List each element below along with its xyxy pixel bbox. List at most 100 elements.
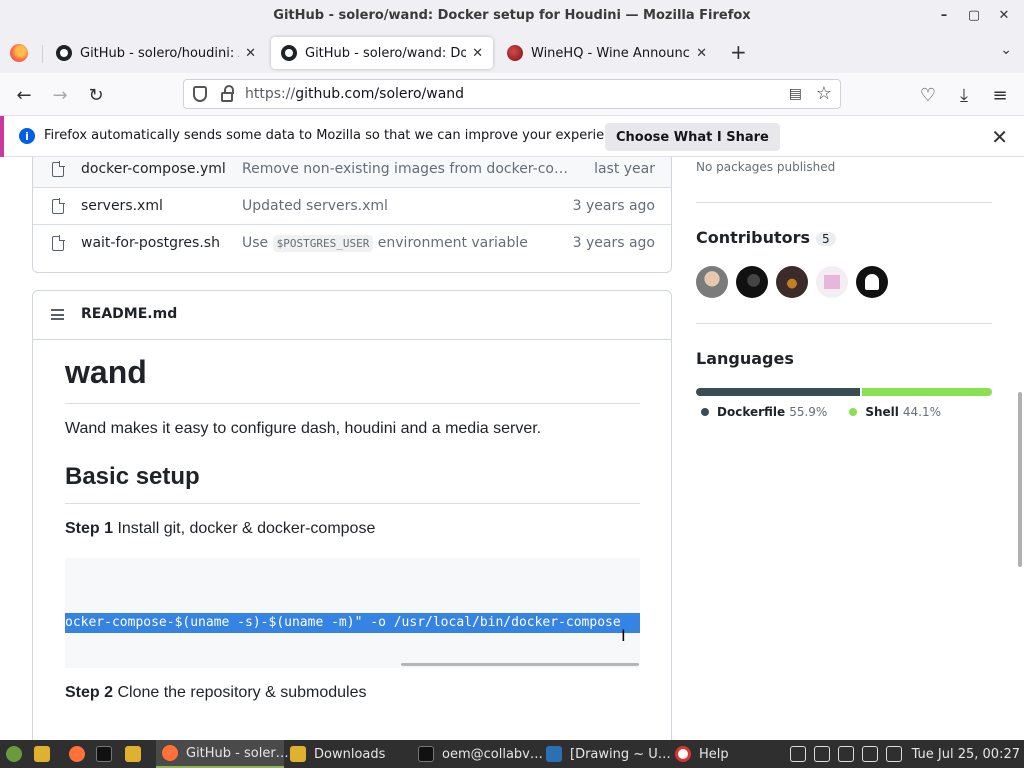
- github-icon: [56, 45, 72, 61]
- firefox-view-icon[interactable]: [10, 44, 28, 62]
- winehq-icon: [507, 45, 523, 61]
- avatar[interactable]: [736, 266, 768, 298]
- network-icon[interactable]: [885, 746, 902, 762]
- avatar[interactable]: [776, 266, 808, 298]
- close-window-button[interactable]: ✕: [990, 4, 1018, 28]
- file-name[interactable]: docker-compose.yml: [81, 161, 226, 177]
- horizontal-scrollbar[interactable]: [401, 663, 639, 666]
- outline-list-icon[interactable]: [51, 309, 64, 320]
- readme-box: README.md wand Wand makes it easy to con…: [32, 290, 672, 740]
- navigation-toolbar: ← → ↻ https://github.com/solero/wand ▤ ☆…: [0, 73, 1024, 116]
- readme-title: wand: [65, 354, 640, 404]
- file-row[interactable]: docker-compose.yml Remove non-existing i…: [33, 157, 671, 187]
- system-tray: Tue Jul 25, 00:27: [789, 740, 1020, 768]
- file-row[interactable]: servers.xml Updated servers.xml 3 years …: [33, 187, 671, 224]
- tab-label: GitHub - solero/houdini: A C: [80, 45, 239, 61]
- language-bar: [696, 388, 992, 396]
- url-bar[interactable]: https://github.com/solero/wand ▤ ☆: [183, 79, 841, 109]
- firefox-launcher-icon[interactable]: [69, 740, 85, 768]
- language-dockerfile[interactable]: Dockerfile 55.9%: [701, 405, 827, 419]
- forward-button[interactable]: →: [48, 83, 72, 107]
- readme-content: wand Wand makes it easy to configure das…: [65, 340, 640, 702]
- file-icon: [52, 161, 65, 177]
- commit-message[interactable]: Use $POSTGRES_USER environment variable: [242, 235, 528, 252]
- show-desktop-icon[interactable]: [34, 740, 50, 768]
- clock[interactable]: Tue Jul 25, 00:27: [912, 747, 1020, 762]
- commit-message[interactable]: Updated servers.xml: [242, 198, 388, 214]
- file-icon: [52, 198, 65, 214]
- language-legend: Dockerfile 55.9% Shell 44.1%: [701, 405, 941, 419]
- tab-winehq[interactable]: WineHQ - Wine Announcem ✕: [497, 37, 717, 69]
- maximize-button[interactable]: ▢: [960, 4, 988, 28]
- url-text[interactable]: https://github.com/solero/wand: [245, 86, 464, 102]
- back-button[interactable]: ←: [12, 83, 36, 107]
- reader-view-icon[interactable]: ▤: [789, 86, 802, 102]
- lock-icon[interactable]: [221, 85, 234, 102]
- avatar[interactable]: [856, 266, 888, 298]
- window-titlebar: GitHub - solero/wand: Docker setup for H…: [0, 0, 1024, 31]
- downloads-icon[interactable]: ⤓: [952, 83, 976, 107]
- tab-wand[interactable]: GitHub - solero/wand: Dock ✕: [271, 37, 493, 69]
- languages-heading: Languages: [696, 349, 794, 368]
- taskbar-terminal[interactable]: oem@collabv…: [418, 740, 543, 768]
- data-notification-bar: i Firefox automatically sends some data …: [0, 116, 1024, 157]
- commit-date: 3 years ago: [572, 235, 655, 251]
- list-all-tabs-button[interactable]: ⌄: [1000, 42, 1012, 58]
- start-menu-icon[interactable]: [6, 740, 22, 768]
- file-row[interactable]: wait-for-postgres.sh Use $POSTGRES_USER …: [33, 224, 671, 261]
- pocket-icon[interactable]: ♡: [916, 83, 940, 107]
- close-tab-icon[interactable]: ✕: [696, 46, 707, 61]
- reload-button[interactable]: ↻: [84, 83, 108, 107]
- language-bar-segment: [862, 388, 992, 396]
- page-content: docker-compose.yml Remove non-existing i…: [0, 157, 1024, 740]
- language-bar-segment: [696, 388, 861, 396]
- avatar[interactable]: [696, 266, 728, 298]
- help-icon: [675, 746, 691, 762]
- tracking-protection-icon[interactable]: [193, 86, 207, 102]
- tab-label: GitHub - solero/wand: Dock: [305, 45, 467, 61]
- files-launcher-icon[interactable]: [125, 740, 141, 768]
- clipboard-icon[interactable]: [789, 746, 806, 762]
- volume-icon[interactable]: [861, 746, 878, 762]
- page-scrollbar[interactable]: [1018, 392, 1022, 567]
- file-name[interactable]: servers.xml: [81, 198, 163, 214]
- file-name[interactable]: wait-for-postgres.sh: [81, 235, 220, 251]
- terminal-launcher-icon[interactable]: [96, 740, 112, 768]
- display-icon[interactable]: [837, 746, 854, 762]
- choose-what-i-share-button[interactable]: Choose What I Share: [605, 123, 780, 151]
- close-tab-icon[interactable]: ✕: [245, 46, 256, 61]
- drawing-icon: [546, 746, 562, 762]
- close-notification-icon[interactable]: ✕: [991, 125, 1008, 149]
- contributors-heading[interactable]: Contributors 5: [696, 228, 836, 247]
- contributors-count: 5: [816, 232, 836, 246]
- taskbar-drawing[interactable]: [Drawing ~ U…: [546, 740, 671, 768]
- window-title: GitHub - solero/wand: Docker setup for H…: [273, 8, 751, 23]
- basic-setup-heading: Basic setup: [65, 463, 640, 504]
- new-tab-button[interactable]: +: [730, 42, 747, 62]
- taskbar-firefox[interactable]: GitHub - soler…: [156, 740, 289, 768]
- shield-icon[interactable]: [813, 746, 830, 762]
- folder-icon: [290, 746, 306, 762]
- minimize-button[interactable]: –: [930, 4, 958, 28]
- readme-filename[interactable]: README.md: [81, 306, 177, 322]
- commit-message[interactable]: Remove non-existing images from docker-c…: [242, 161, 568, 177]
- taskbar-downloads[interactable]: Downloads: [290, 740, 385, 768]
- window-controls: – ▢ ✕: [930, 0, 1018, 31]
- divider: [696, 323, 992, 324]
- shell-dot-icon: [849, 408, 858, 416]
- bookmark-star-icon[interactable]: ☆: [816, 83, 832, 104]
- readme-header: README.md: [33, 291, 671, 340]
- close-tab-icon[interactable]: ✕: [472, 46, 483, 61]
- language-shell[interactable]: Shell 44.1%: [849, 405, 941, 419]
- menu-icon[interactable]: ≡: [988, 83, 1012, 107]
- selected-code-text[interactable]: ocker-compose-$(uname -s)-$(uname -m)" -…: [65, 613, 640, 633]
- code-block[interactable]: ocker-compose-$(uname -s)-$(uname -m)" -…: [65, 558, 640, 668]
- taskbar-help[interactable]: Help: [675, 740, 729, 768]
- text-cursor-icon: I: [621, 626, 626, 645]
- step-2: Step 2 Clone the repository & submodules: [65, 684, 367, 701]
- avatar[interactable]: [816, 266, 848, 298]
- file-list: docker-compose.yml Remove non-existing i…: [32, 157, 672, 273]
- commit-date: 3 years ago: [572, 198, 655, 214]
- info-icon: i: [19, 128, 35, 144]
- tab-houdini[interactable]: GitHub - solero/houdini: A C ✕: [46, 37, 266, 69]
